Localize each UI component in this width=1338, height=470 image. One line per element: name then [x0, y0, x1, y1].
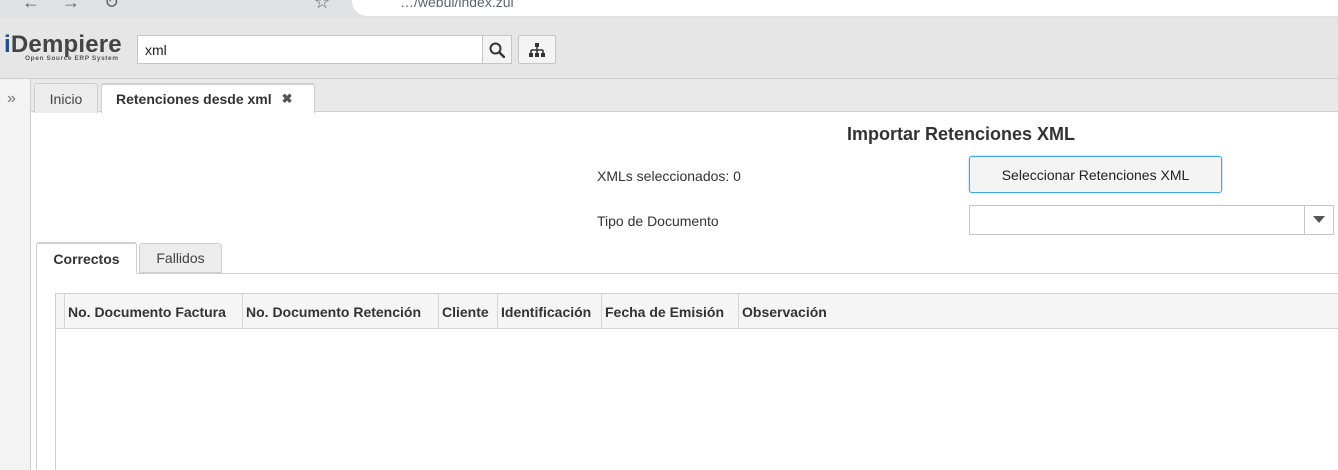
subtabs-divider [36, 273, 1338, 274]
reload-icon[interactable]: ↻ [104, 0, 119, 13]
tab-label: Correctos [53, 250, 120, 267]
column-header[interactable]: Cliente [439, 294, 498, 329]
browser-toolbar: ← → ↻ ☆ …/webui/index.zul [0, 0, 1338, 18]
form-title: Importar Retenciones XML [847, 124, 1076, 144]
chevron-down-icon [1313, 216, 1325, 223]
tab-label: Retenciones desde xml [116, 91, 272, 107]
column-header[interactable]: Fecha de Emisión [602, 294, 739, 329]
grid-row-indicator-column [56, 294, 65, 329]
tab-label: Fallidos [156, 250, 205, 266]
tab-fallidos[interactable]: Fallidos [139, 243, 222, 273]
idempiere-logo[interactable]: iDempiere Open Source ERP System [4, 33, 132, 67]
grid-header: No. Documento Factura No. Documento Rete… [56, 294, 1338, 329]
xml-count-label: XMLs seleccionados: 0 [597, 168, 741, 184]
tab-retenciones-desde-xml[interactable]: Retenciones desde xml ✖ [101, 83, 315, 113]
menu-tree-button[interactable] [518, 35, 556, 64]
column-header[interactable]: Identificación [498, 294, 602, 329]
global-search-input[interactable] [137, 35, 483, 64]
results-grid: No. Documento Factura No. Documento Rete… [55, 293, 1338, 470]
back-arrow-icon[interactable]: ← [22, 0, 40, 13]
tab-label: Inicio [49, 90, 83, 107]
window-tabbar: Inicio Retenciones desde xml ✖ [31, 79, 1338, 113]
column-header[interactable]: Observación [739, 294, 1338, 329]
search-icon [489, 42, 505, 58]
tabpanel-border [36, 274, 37, 470]
doctype-dropdown-button[interactable] [1304, 206, 1333, 234]
app-header: iDempiere Open Source ERP System [0, 18, 1338, 79]
close-icon[interactable]: ✖ [282, 91, 293, 107]
logo-letter-i: i [4, 31, 11, 58]
logo-tagline: Open Source ERP System [25, 55, 119, 62]
expand-double-chevron-icon[interactable]: » [7, 90, 16, 108]
search-button[interactable] [482, 35, 512, 64]
logo-word: Dempiere [10, 31, 122, 58]
sitemap-icon [529, 42, 545, 57]
forward-arrow-icon[interactable]: → [62, 0, 80, 13]
column-header[interactable]: No. Documento Retención [243, 294, 439, 329]
tab-correctos[interactable]: Correctos [36, 242, 137, 274]
address-url: …/webui/index.zul [400, 0, 514, 10]
bookmark-star-icon[interactable]: ☆ [314, 0, 330, 13]
select-xml-button[interactable]: Seleccionar Retenciones XML [969, 156, 1222, 193]
doctype-select[interactable] [969, 205, 1334, 235]
logo-text: iDempiere [4, 33, 132, 57]
west-panel-collapsed: » [0, 79, 31, 470]
column-header[interactable]: No. Documento Factura [65, 294, 243, 329]
tab-inicio[interactable]: Inicio [34, 83, 98, 113]
doctype-label: Tipo de Documento [597, 213, 719, 229]
address-bar[interactable]: …/webui/index.zul [352, 0, 1338, 16]
